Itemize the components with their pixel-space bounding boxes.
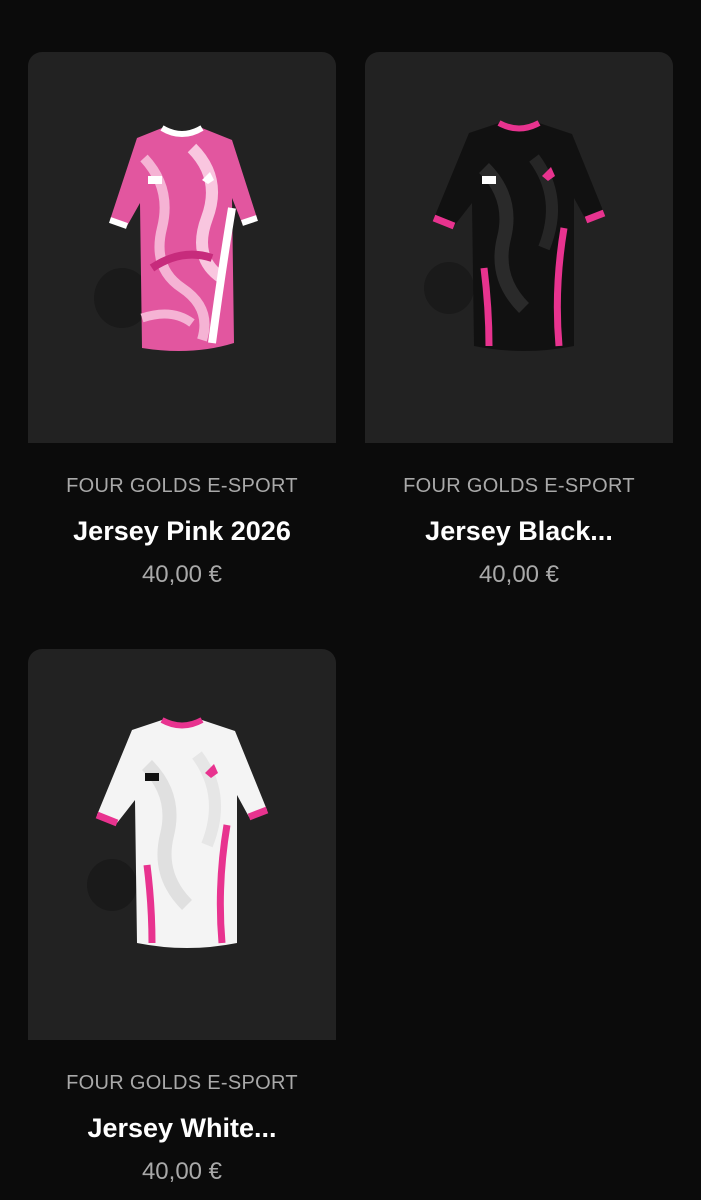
product-price: 40,00 € (478, 561, 560, 588)
jersey-white-image (87, 716, 269, 948)
product-price: 40,00 € (141, 561, 223, 588)
product-brand: FOUR GOLDS E-SPORT (66, 1072, 298, 1094)
product-price: 40,00 € (141, 1158, 223, 1185)
jersey-black-image (424, 119, 606, 351)
product-image[interactable] (28, 649, 336, 1040)
product-brand: FOUR GOLDS E-SPORT (403, 475, 635, 497)
product-name[interactable]: Jersey Black... (365, 514, 673, 548)
product-card-jersey-white[interactable]: FOUR GOLDS E-SPORT Jersey White... 40,00… (28, 649, 336, 1187)
product-meta: FOUR GOLDS E-SPORT Jersey Black... 40,00… (365, 443, 673, 590)
product-name[interactable]: Jersey Pink 2026 (28, 514, 336, 548)
product-name[interactable]: Jersey White... (28, 1111, 336, 1145)
product-brand: FOUR GOLDS E-SPORT (66, 475, 298, 497)
product-grid: FOUR GOLDS E-SPORT Jersey Pink 2026 40,0… (0, 0, 701, 1200)
product-card-jersey-pink[interactable]: FOUR GOLDS E-SPORT Jersey Pink 2026 40,0… (28, 52, 336, 590)
product-meta: FOUR GOLDS E-SPORT Jersey White... 40,00… (28, 1040, 336, 1187)
product-card-jersey-black[interactable]: FOUR GOLDS E-SPORT Jersey Black... 40,00… (365, 52, 673, 590)
product-image[interactable] (28, 52, 336, 443)
product-image[interactable] (365, 52, 673, 443)
jersey-pink-image (94, 124, 258, 351)
product-meta: FOUR GOLDS E-SPORT Jersey Pink 2026 40,0… (28, 443, 336, 590)
